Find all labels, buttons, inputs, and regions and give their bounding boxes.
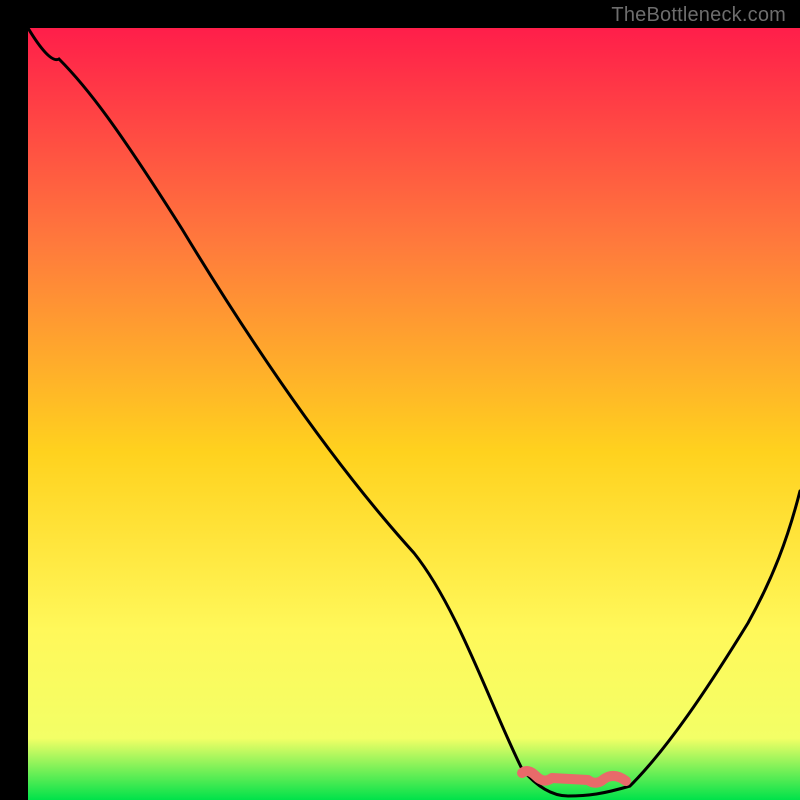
chart-frame xyxy=(14,14,786,786)
watermark-text: TheBottleneck.com xyxy=(611,4,786,27)
gradient-field xyxy=(28,28,800,800)
bottleneck-chart xyxy=(28,28,800,800)
